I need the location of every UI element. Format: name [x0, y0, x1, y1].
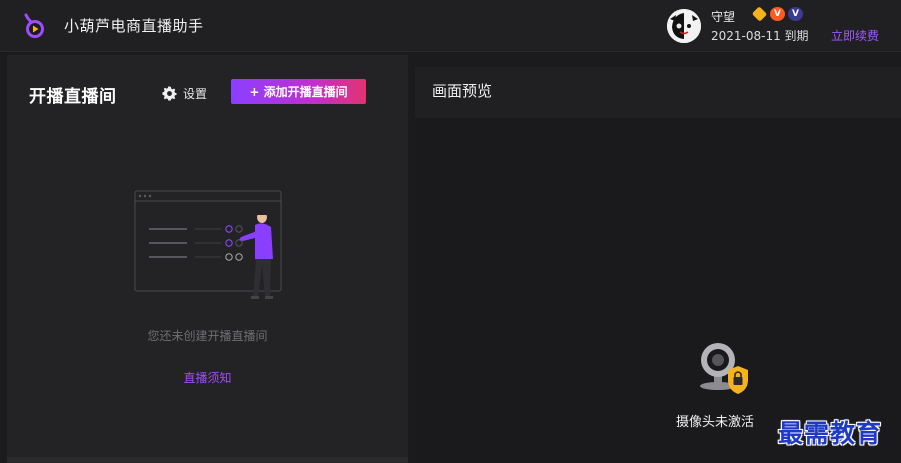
panel-footer-divider	[7, 457, 408, 463]
live-notice-link[interactable]: 直播须知	[7, 369, 408, 386]
renew-link[interactable]: 立即续费	[831, 27, 879, 44]
live-rooms-header: 开播直播间 设置 + 添加开播直播间	[7, 55, 408, 125]
v-badge-icon: V	[788, 7, 803, 21]
watermark-text: 最需教育	[778, 419, 883, 448]
live-rooms-panel: 开播直播间 设置 + 添加开播直播间 您还未创建开播直播间 直播须知	[7, 55, 408, 458]
expire-date: 2021-08-11 到期	[711, 29, 809, 43]
empty-state-text: 您还未创建开播直播间	[147, 329, 268, 343]
vip-badges: V V	[751, 6, 803, 22]
camera-locked-icon	[700, 343, 748, 394]
app-window: 小葫芦电商直播助手 守望 V V 2021-08-11 到期 立即续费 开播直播…	[0, 0, 901, 463]
settings-button[interactable]: 设置	[162, 85, 207, 102]
avatar[interactable]	[667, 9, 701, 43]
username: 守望	[711, 10, 736, 24]
diamond-badge-icon	[751, 6, 768, 22]
app-title: 小葫芦电商直播助手	[64, 17, 204, 35]
top-bar: 小葫芦电商直播助手 守望 V V 2021-08-11 到期 立即续费	[0, 0, 901, 52]
preview-area	[415, 118, 901, 463]
v-badge-icon: V	[770, 7, 785, 21]
panel-title: 开播直播间	[29, 87, 117, 107]
empty-state-illustration	[134, 190, 282, 299]
add-live-room-button[interactable]: + 添加开播直播间	[231, 79, 366, 104]
gear-icon	[162, 86, 177, 101]
preview-title: 画面预览	[432, 82, 493, 100]
settings-label: 设置	[183, 87, 208, 101]
app-logo-icon	[24, 13, 44, 38]
camera-status-text: 摄像头未激活	[676, 415, 755, 430]
